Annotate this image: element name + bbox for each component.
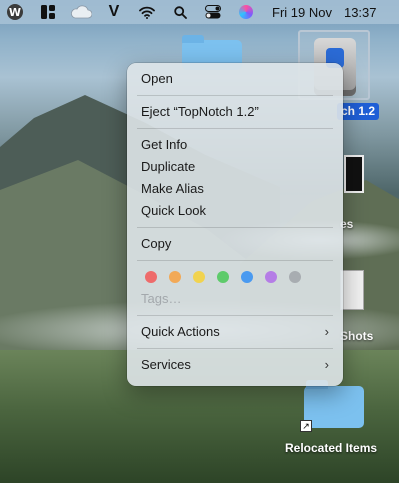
menubar-time[interactable]: 13:37 — [344, 5, 377, 20]
desktop-item-label[interactable]: Shots — [340, 329, 373, 343]
disk-label[interactable]: ch 1.2 — [337, 103, 380, 120]
menu-item-eject[interactable]: Eject “TopNotch 1.2” — [127, 101, 343, 123]
menu-item-label: Quick Actions — [141, 324, 220, 339]
menubar-date[interactable]: Fri 19 Nov — [272, 5, 332, 20]
desktop-file-thumbnail[interactable] — [344, 155, 364, 193]
menu-item-quick-actions[interactable]: Quick Actions › — [127, 321, 343, 343]
menu-separator — [137, 128, 333, 129]
tag-color-dot[interactable] — [145, 271, 157, 283]
wordpress-glyph: W — [7, 4, 23, 20]
vivaldi-icon[interactable]: V — [103, 0, 125, 24]
relocated-items-folder-icon[interactable] — [304, 380, 364, 428]
menu-item-label: Get Info — [141, 137, 188, 152]
menu-item-make-alias[interactable]: Make Alias — [127, 178, 343, 200]
wifi-icon[interactable] — [136, 0, 158, 24]
wordpress-icon[interactable]: W — [4, 0, 26, 24]
menu-item-quick-look[interactable]: Quick Look — [127, 200, 343, 222]
menu-separator — [137, 315, 333, 316]
tag-color-dot[interactable] — [241, 271, 253, 283]
menu-item-services[interactable]: Services › — [127, 354, 343, 376]
tag-color-dot[interactable] — [193, 271, 205, 283]
chevron-right-icon: › — [324, 357, 329, 372]
menu-item-open[interactable]: Open — [127, 68, 343, 90]
tag-color-row — [127, 266, 343, 288]
chevron-right-icon: › — [324, 324, 329, 339]
menu-item-label: Services — [141, 357, 191, 372]
alias-arrow-icon: ↗ — [300, 420, 312, 432]
tag-color-dot[interactable] — [265, 271, 277, 283]
desktop-file-thumbnail[interactable] — [340, 270, 364, 310]
menu-item-get-info[interactable]: Get Info — [127, 134, 343, 156]
siri-glyph — [239, 5, 253, 19]
siri-icon[interactable] — [235, 0, 257, 24]
tag-color-dot[interactable] — [289, 271, 301, 283]
menu-item-copy[interactable]: Copy — [127, 233, 343, 255]
menu-item-label: Eject “TopNotch 1.2” — [141, 104, 259, 119]
search-icon[interactable] — [169, 0, 191, 24]
menu-item-label: Open — [141, 71, 173, 86]
relocated-items-label[interactable]: Relocated Items — [285, 441, 377, 455]
context-menu: Open Eject “TopNotch 1.2” Get Info Dupli… — [127, 63, 343, 386]
menu-item-label: Make Alias — [141, 181, 204, 196]
menu-item-label: Duplicate — [141, 159, 196, 174]
menu-item-label: Tags… — [141, 291, 182, 306]
menu-bar: W V Fri 19 Nov 13:37 — [0, 0, 399, 24]
menu-item-tags[interactable]: Tags… — [127, 288, 343, 310]
menu-item-label: Copy — [141, 236, 172, 251]
menu-separator — [137, 260, 333, 261]
control-center-icon[interactable] — [202, 0, 224, 24]
menu-item-label: Quick Look — [141, 203, 207, 218]
menu-separator — [137, 95, 333, 96]
tag-color-dot[interactable] — [169, 271, 181, 283]
tag-color-dot[interactable] — [217, 271, 229, 283]
menu-separator — [137, 227, 333, 228]
menu-separator — [137, 348, 333, 349]
cloud-icon[interactable] — [70, 0, 92, 24]
grid-layout-icon[interactable] — [37, 0, 59, 24]
menu-item-duplicate[interactable]: Duplicate — [127, 156, 343, 178]
